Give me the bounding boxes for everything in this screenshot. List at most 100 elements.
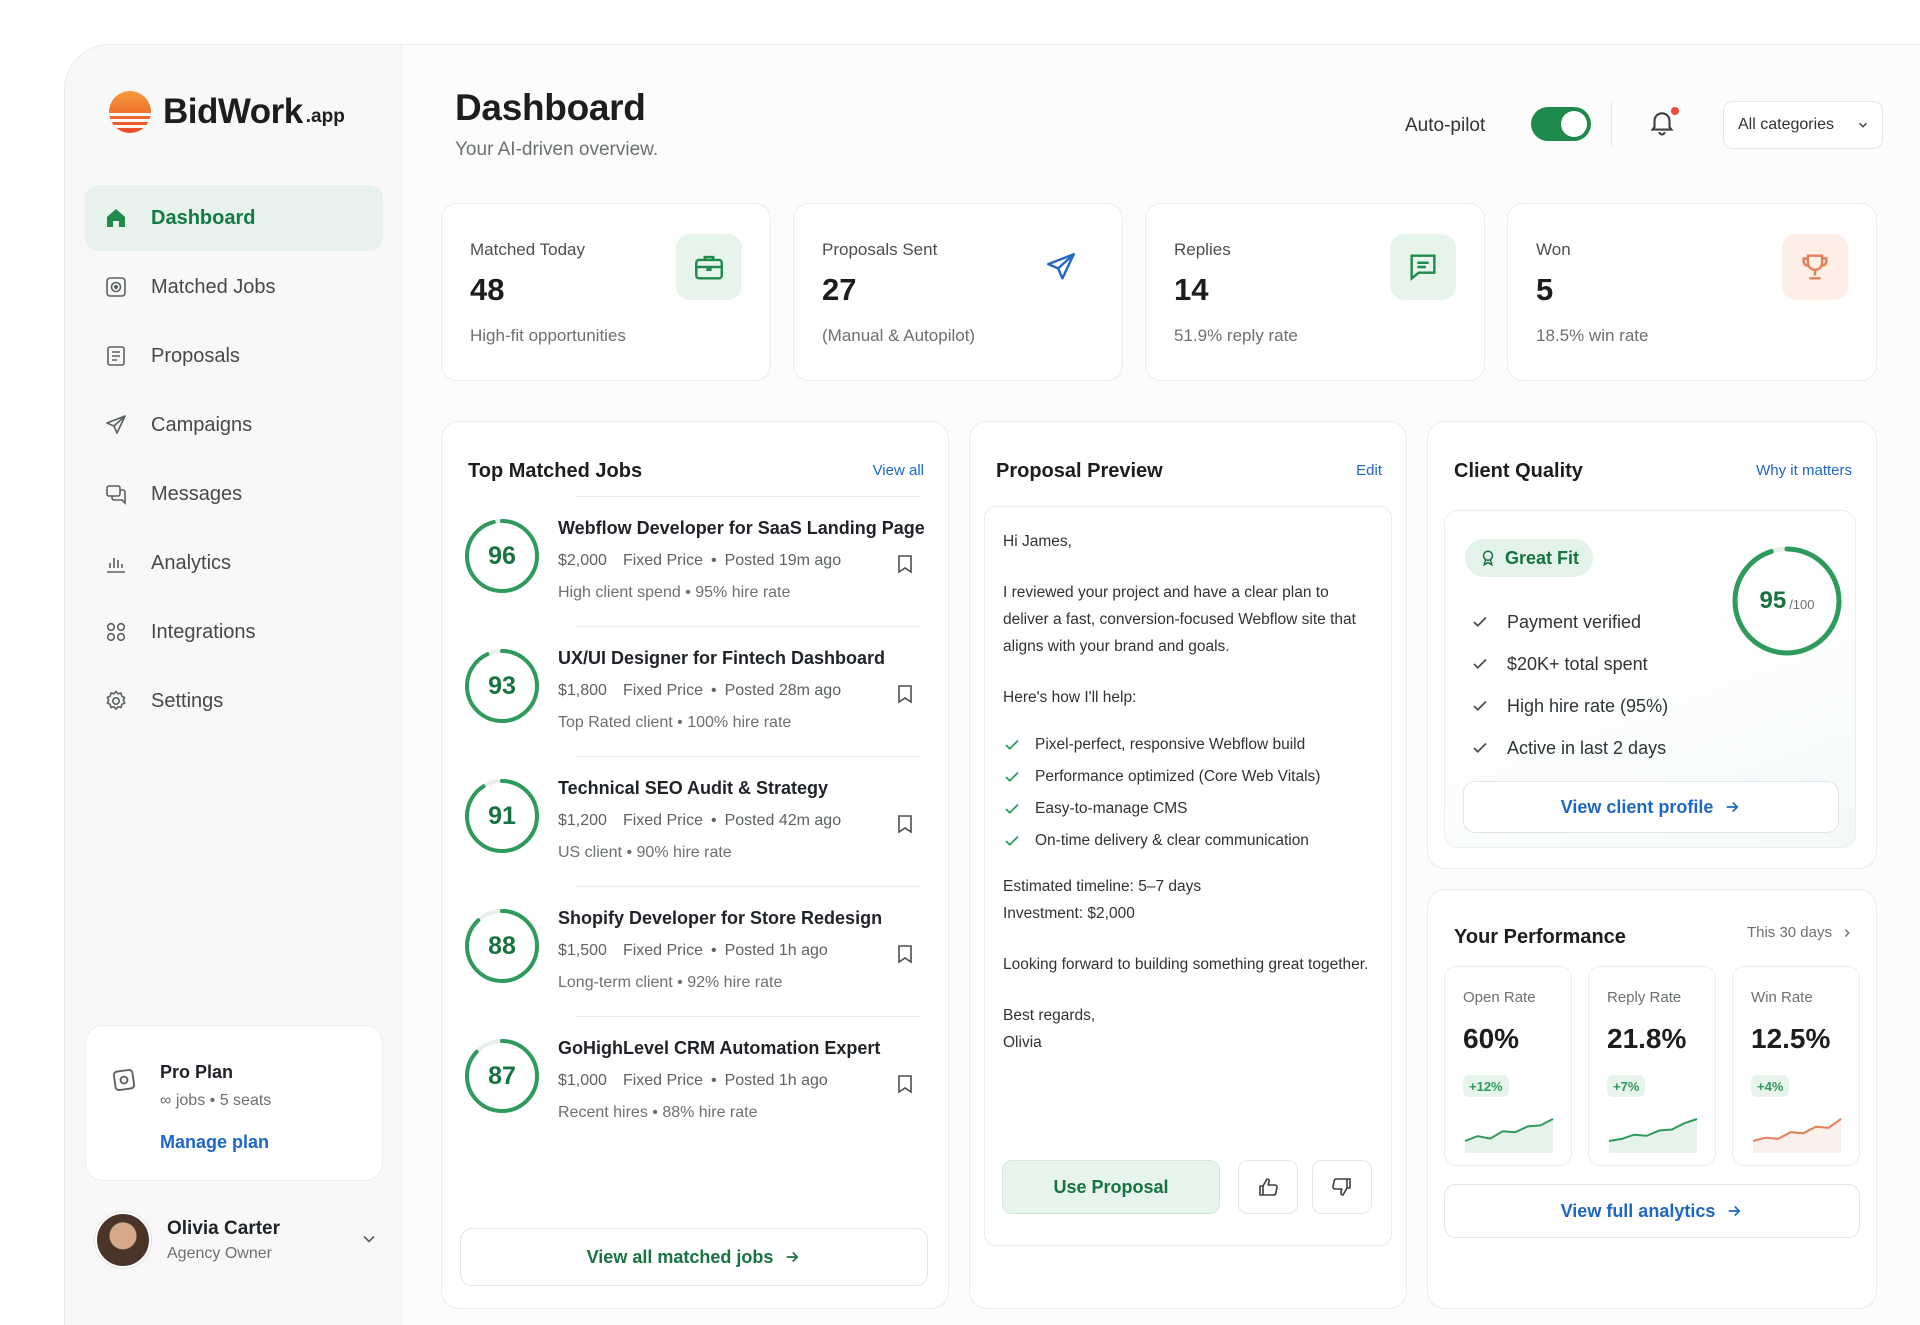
job-price: $1,800 [558,682,607,699]
sidebar-item-label: Dashboard [151,206,256,229]
metric-delta: +7% [1607,1075,1646,1097]
greeting: Hi James, [1003,533,1072,550]
list-item: High hire rate (95%) [1471,685,1668,727]
job-row[interactable]: 87 GoHighLevel CRM Automation Expert $1,… [458,1016,920,1146]
sidebar-item-settings[interactable]: Settings [85,668,383,734]
job-row[interactable]: 91 Technical SEO Audit & Strategy $1,200… [458,756,920,886]
manage-plan-link[interactable]: Manage plan [160,1132,269,1153]
metric-card-open-rate[interactable]: Open Rate 60% +12% [1444,966,1572,1166]
app-window: BidWork .app Dashboard Matched Jobs Prop… [64,44,1920,1325]
job-title: GoHighLevel CRM Automation Expert [558,1038,881,1058]
autopilot-toggle[interactable] [1531,107,1591,141]
document-icon [103,343,129,369]
metric-card-reply-rate[interactable]: Reply Rate 21.8% +7% [1588,966,1716,1166]
list-item: $20K+ total spent [1471,643,1668,685]
great-fit-badge: Great Fit [1465,539,1594,577]
sidebar-item-campaigns[interactable]: Campaigns [85,392,383,458]
closing: Looking forward to building something gr… [1003,955,1369,973]
panel-title: Proposal Preview [996,460,1163,482]
sidebar-item-label: Analytics [151,551,232,574]
job-price: $1,200 [558,812,607,829]
job-posted: Posted 28m ago [724,682,842,699]
thumbs-up-button[interactable] [1238,1160,1298,1214]
stat-sub: High-fit opportunities [470,326,626,345]
sidebar-item-label: Campaigns [151,413,253,436]
plan-title: Pro Plan [160,1062,234,1082]
match-score: 87 [488,1061,516,1090]
job-note: Top Rated client • 100% hire rate [558,714,792,731]
stat-sub: 51.9% reply rate [1174,326,1298,345]
view-client-profile-button[interactable]: View client profile [1463,781,1839,833]
match-score: 93 [488,671,516,700]
stat-value: 48 [470,272,505,307]
job-meta: $1,500 Fixed Price • Posted 1h ago [558,942,828,959]
stat-label: Won [1536,240,1571,259]
job-row[interactable]: 96 Webflow Developer for SaaS Landing Pa… [458,496,925,626]
row-divider [576,1016,920,1017]
view-full-analytics-button[interactable]: View full analytics [1444,1184,1860,1238]
bookmark-icon[interactable] [896,684,914,704]
arrow-right-icon [1727,801,1739,813]
job-row[interactable]: 88 Shopify Developer for Store Redesign … [458,886,920,1016]
job-note: High client spend • 95% hire rate [558,584,791,601]
stat-card-replies[interactable]: Replies 14 51.9% reply rate [1145,203,1485,381]
job-price: $2,000 [558,552,607,569]
thumbs-down-button[interactable] [1312,1160,1372,1214]
award-icon [1482,550,1494,567]
job-row[interactable]: 93 UX/UI Designer for Fintech Dashboard … [458,626,920,756]
point-text: Performance optimized (Core Web Vitals) [1035,767,1321,785]
stat-card-matched-today[interactable]: Matched Today 48 High-fit opportunities [441,203,771,381]
sidebar-item-analytics[interactable]: Analytics [85,530,383,596]
list-item: Active in last 2 days [1471,727,1668,769]
sidebar-item-dashboard[interactable]: Dashboard [85,185,383,251]
edit-proposal-link[interactable]: Edit [1356,462,1382,479]
bar-chart-icon [103,550,129,576]
sidebar-item-proposals[interactable]: Proposals [85,323,383,389]
bookmark-icon[interactable] [896,944,914,964]
bookmark-icon[interactable] [896,814,914,834]
date-range-selector[interactable]: This 30 days [1747,924,1854,941]
briefcase-icon [676,234,742,300]
gear-icon [103,688,129,714]
stat-card-proposals-sent[interactable]: Proposals Sent 27 (Manual & Autopilot) [793,203,1123,381]
sidebar-item-integrations[interactable]: Integrations [85,599,383,665]
job-posted: Posted 42m ago [724,812,842,829]
stat-value: 27 [822,272,857,307]
user-menu[interactable]: Olivia Carter Agency Owner [95,1205,385,1275]
thumbs-up-icon [1259,1178,1278,1196]
timeline-investment: Estimated timeline: 5–7 days Investment: … [1003,874,1373,928]
panel-title: Top Matched Jobs [468,460,643,482]
page-title: Dashboard [455,87,646,128]
view-all-jobs-link[interactable]: View all [873,462,924,479]
brand-logo[interactable]: BidWork .app [109,91,345,133]
view-all-matched-jobs-button[interactable]: View all matched jobs [460,1228,928,1286]
sidebar-item-messages[interactable]: Messages [85,461,383,527]
sidebar-nav: Dashboard Matched Jobs Proposals Campaig… [85,185,383,737]
bookmark-icon[interactable] [896,1074,914,1094]
use-proposal-button[interactable]: Use Proposal [1002,1160,1220,1214]
check-icon [1005,739,1019,750]
why-it-matters-link[interactable]: Why it matters [1756,462,1852,479]
stat-card-won[interactable]: Won 5 18.5% win rate [1507,203,1877,381]
job-type: Fixed Price [622,1072,703,1089]
metric-label: Reply Rate [1607,989,1682,1006]
category-select[interactable]: All categories [1723,101,1883,149]
client-score: 95 /100 [1729,543,1845,659]
client-quality-panel: Client Quality Why it matters Great Fit … [1427,421,1877,869]
metric-card-win-rate[interactable]: Win Rate 12.5% +4% [1732,966,1860,1166]
row-divider [576,626,920,627]
toggle-knob [1561,111,1587,137]
notifications-button[interactable] [1647,105,1681,141]
sidebar-item-matched-jobs[interactable]: Matched Jobs [85,254,383,320]
row-divider [576,886,920,887]
trophy-icon [1782,234,1848,300]
job-title: UX/UI Designer for Fintech Dashboard [558,648,886,668]
check-icon [1005,771,1019,782]
target-icon [103,274,129,300]
bookmark-icon[interactable] [896,554,914,574]
stat-label: Matched Today [470,240,585,259]
plan-detail: ∞ jobs • 5 seats [160,1092,272,1109]
autopilot-label: Auto-pilot [1405,115,1486,136]
sidebar-item-label: Matched Jobs [151,275,276,298]
arrow-right-icon [787,1251,799,1263]
